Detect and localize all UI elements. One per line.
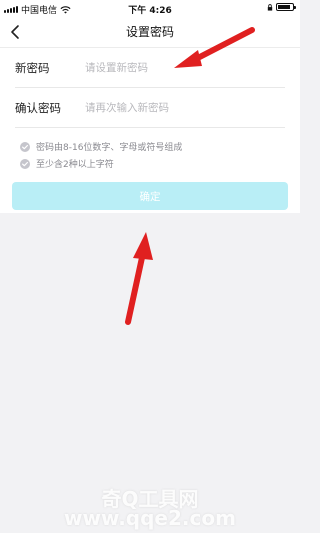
- watermark-line-2: www.qqe2.com: [64, 506, 236, 530]
- status-bar: 中国电信 下午 4:26: [0, 0, 300, 16]
- confirm-password-row: 确认密码: [15, 88, 285, 128]
- battery-fill: [278, 5, 290, 9]
- password-form: 新密码 确认密码 密码由8-16位数字、字母或符号组成 至少含2种以上字符 确定: [0, 48, 300, 213]
- orientation-lock-icon: [267, 3, 273, 11]
- annotation-arrow-1: [174, 27, 255, 68]
- annotation-arrow-2: [125, 232, 153, 325]
- status-right: [267, 3, 296, 11]
- rule-item: 至少含2种以上字符: [20, 155, 285, 172]
- confirm-button-wrap: 确定: [0, 176, 300, 213]
- confirm-button[interactable]: 确定: [12, 182, 288, 210]
- new-password-label: 新密码: [15, 60, 50, 75]
- password-rules: 密码由8-16位数字、字母或符号组成 至少含2种以上字符: [0, 128, 300, 176]
- check-circle-icon: [20, 141, 30, 152]
- status-time: 下午 4:26: [128, 6, 172, 16]
- rule-item: 密码由8-16位数字、字母或符号组成: [20, 138, 285, 155]
- rule-text: 至少含2种以上字符: [36, 160, 114, 170]
- rule-text: 密码由8-16位数字、字母或符号组成: [36, 143, 183, 153]
- confirm-password-label: 确认密码: [15, 100, 61, 115]
- confirm-password-input[interactable]: [85, 101, 265, 114]
- battery-icon: [276, 3, 296, 11]
- check-circle-icon: [20, 158, 30, 169]
